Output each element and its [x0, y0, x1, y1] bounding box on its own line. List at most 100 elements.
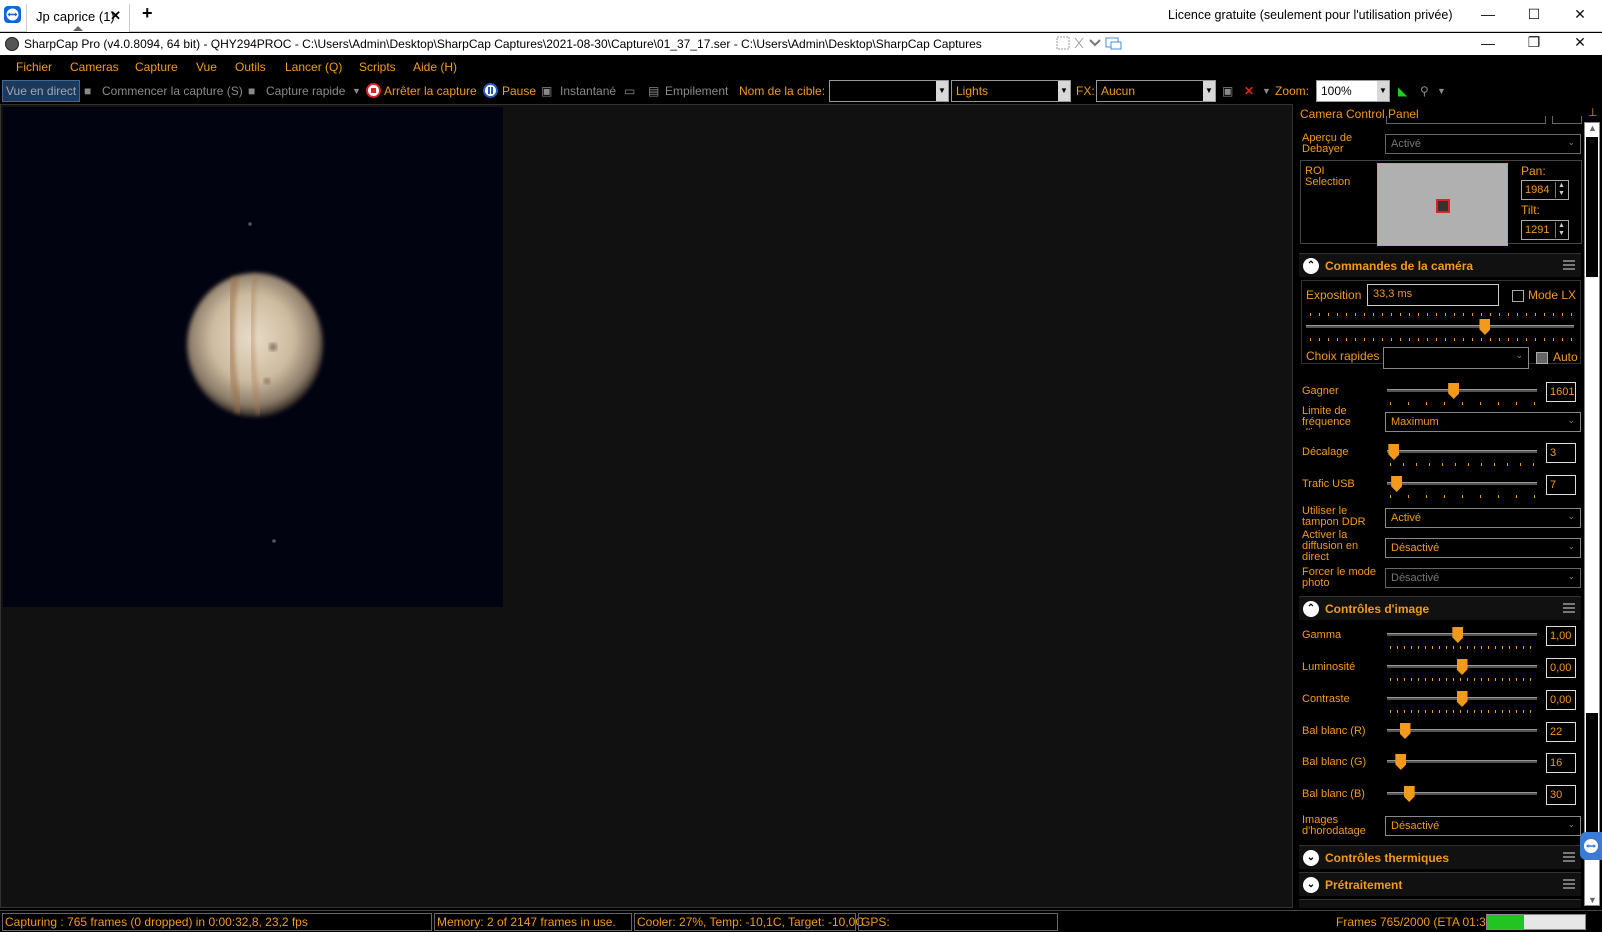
remote-side-handle-icon[interactable] — [1580, 832, 1602, 860]
contrast-slider-thumb[interactable] — [1456, 691, 1468, 707]
remote-toolbar-icons[interactable] — [1056, 35, 1126, 51]
new-tab-icon[interactable]: + — [142, 3, 153, 24]
offset-slider-thumb[interactable] — [1388, 444, 1400, 460]
scroll-down-icon[interactable]: ▼ — [1588, 895, 1597, 905]
pan-spinner-icon[interactable]: ▲ ▼ — [1555, 182, 1567, 198]
gain-input[interactable]: 1601 — [1546, 382, 1576, 402]
lx-mode-checkbox[interactable] — [1512, 290, 1524, 302]
gamma-input[interactable]: 1,00 — [1546, 626, 1576, 646]
menu-lancer[interactable]: Lancer (Q) — [285, 60, 342, 74]
expand-icon[interactable]: ⌄ — [1303, 877, 1319, 893]
quick-capture-dropdown-icon[interactable]: ▼ — [352, 86, 361, 96]
section-thermal-controls[interactable]: ⌄ Contrôles thermiques — [1299, 845, 1581, 869]
app-close-icon[interactable]: ✕ — [1570, 34, 1590, 51]
fx-settings-icon[interactable]: ▣ — [1222, 84, 1233, 98]
scroll-thumb[interactable] — [1586, 137, 1598, 277]
pan-input[interactable]: 1984 ▲ ▼ — [1521, 180, 1569, 200]
wb-green-slider-thumb[interactable] — [1395, 754, 1407, 770]
ddr-select[interactable]: Activé ⌄ — [1385, 508, 1581, 528]
menu-capture[interactable]: Capture — [135, 60, 178, 74]
fx-select[interactable]: Aucun ▼ — [1096, 80, 1216, 102]
exposure-input[interactable]: 33,3 ms — [1367, 284, 1499, 306]
app-minimize-icon[interactable]: — — [1478, 35, 1498, 51]
wb-blue-input[interactable]: 30 — [1546, 785, 1576, 805]
offset-slider-track[interactable] — [1387, 450, 1537, 453]
section-preprocessing[interactable]: ⌄ Prétraitement — [1299, 872, 1581, 896]
menu-fichier[interactable]: Fichier — [16, 60, 52, 74]
roi-selection-marker[interactable] — [1436, 199, 1450, 213]
maximize-icon[interactable]: ☐ — [1524, 6, 1544, 23]
crosshair-icon[interactable]: ✕ — [1244, 84, 1254, 98]
debayer-select[interactable]: Activé ⌄ — [1385, 134, 1581, 154]
teamviewer-icon[interactable] — [4, 6, 21, 23]
menu-aide[interactable]: Aide (H) — [413, 60, 457, 74]
scroll-thumb-lower[interactable] — [1586, 713, 1598, 833]
snapshot-button[interactable]: Instantané — [560, 84, 616, 98]
menu-scripts[interactable]: Scripts — [359, 60, 396, 74]
tilt-input[interactable]: 1291 ▲ ▼ — [1521, 220, 1569, 240]
menu-outils[interactable]: Outils — [235, 60, 266, 74]
target-name-input[interactable]: ▼ — [829, 80, 949, 102]
usb-slider-thumb[interactable] — [1391, 476, 1403, 492]
section-camera-controls[interactable]: ⌃ Commandes de la caméra — [1299, 253, 1581, 277]
quick-choices-select[interactable]: ⌄ — [1383, 347, 1529, 369]
stream-select[interactable]: Désactivé ⌄ — [1385, 538, 1581, 558]
photo-mode-select[interactable]: Désactivé ⌄ — [1385, 568, 1581, 588]
minimize-icon[interactable]: — — [1478, 6, 1498, 22]
brightness-slider-thumb[interactable] — [1456, 659, 1468, 675]
brightness-input[interactable]: 0,00 — [1546, 658, 1576, 678]
menu-icon[interactable] — [1563, 260, 1575, 270]
close-window-icon[interactable]: ✕ — [1570, 6, 1590, 23]
pause-button[interactable]: Pause — [502, 84, 536, 98]
tilt-spinner-icon[interactable]: ▲ ▼ — [1555, 222, 1567, 238]
wb-red-input[interactable]: 22 — [1546, 722, 1576, 742]
live-view-button[interactable]: Vue en direct — [2, 80, 80, 102]
collapse-icon[interactable]: ⌃ — [1303, 258, 1319, 274]
histogram-icon[interactable]: ◣ — [1398, 84, 1407, 98]
zoom-select[interactable]: 100% ▼ — [1316, 80, 1390, 102]
expand-icon[interactable]: ⌄ — [1303, 850, 1319, 866]
section-image-controls[interactable]: ⌃ Contrôles d'image — [1299, 596, 1581, 620]
offset-input[interactable]: 3 — [1546, 443, 1576, 463]
wb-blue-slider-thumb[interactable] — [1403, 786, 1415, 802]
start-capture-button[interactable]: Commencer la capture (S) — [102, 84, 243, 98]
crosshair-dropdown-icon[interactable]: ▼ — [1262, 86, 1271, 96]
wb-red-slider-thumb[interactable] — [1399, 723, 1411, 739]
usb-input[interactable]: 7 — [1546, 475, 1576, 495]
session-tab[interactable]: Jp caprice (1) ✕ — [26, 4, 130, 32]
auto-checkbox[interactable] — [1536, 352, 1548, 364]
frame-type-select[interactable]: Lights ▼ — [951, 80, 1071, 102]
panel-scrollbar[interactable]: ▲ ▼ — [1584, 122, 1600, 906]
zoom-tool-dropdown-icon[interactable]: ▼ — [1437, 86, 1446, 96]
menu-vue[interactable]: Vue — [196, 60, 217, 74]
stream-value: Désactivé — [1391, 542, 1440, 554]
panel-top-remnant — [1386, 116, 1546, 124]
monitor-icon[interactable]: ▭ — [624, 84, 635, 98]
gain-slider-thumb[interactable] — [1448, 383, 1460, 399]
pin-icon[interactable]: ⊥ — [1588, 106, 1598, 119]
menu-icon[interactable] — [1563, 852, 1575, 862]
app-restore-icon[interactable]: ❐ — [1524, 34, 1544, 51]
wb-green-slider-track[interactable] — [1387, 760, 1537, 763]
close-tab-icon[interactable]: ✕ — [110, 8, 121, 24]
stacking-button[interactable]: Empilement — [665, 84, 728, 98]
zoom-tool-icon[interactable]: ⚲ — [1420, 84, 1429, 98]
wb-green-input[interactable]: 16 — [1546, 753, 1576, 773]
menu-cameras[interactable]: Cameras — [70, 60, 119, 74]
quick-capture-button[interactable]: Capture rapide — [266, 84, 345, 98]
usb-slider-track[interactable] — [1387, 482, 1537, 485]
scroll-up-icon[interactable]: ▲ — [1588, 123, 1597, 133]
contrast-input[interactable]: 0,00 — [1546, 690, 1576, 710]
gamma-slider-thumb[interactable] — [1452, 627, 1464, 643]
stop-capture-button[interactable]: Arrêter la capture — [384, 84, 477, 98]
framerate-select[interactable]: Maximum ⌄ — [1385, 412, 1581, 432]
timestamp-select[interactable]: Désactivé ⌄ — [1385, 816, 1581, 836]
image-viewer[interactable] — [0, 104, 1293, 908]
gain-slider-track[interactable] — [1387, 389, 1537, 392]
menu-icon[interactable] — [1563, 603, 1575, 613]
collapse-icon[interactable]: ⌃ — [1303, 601, 1319, 617]
chevron-down-icon: ⌄ — [1567, 511, 1575, 521]
roi-preview[interactable] — [1377, 163, 1508, 246]
menu-icon[interactable] — [1563, 879, 1575, 889]
exposure-slider-track[interactable] — [1306, 325, 1574, 328]
